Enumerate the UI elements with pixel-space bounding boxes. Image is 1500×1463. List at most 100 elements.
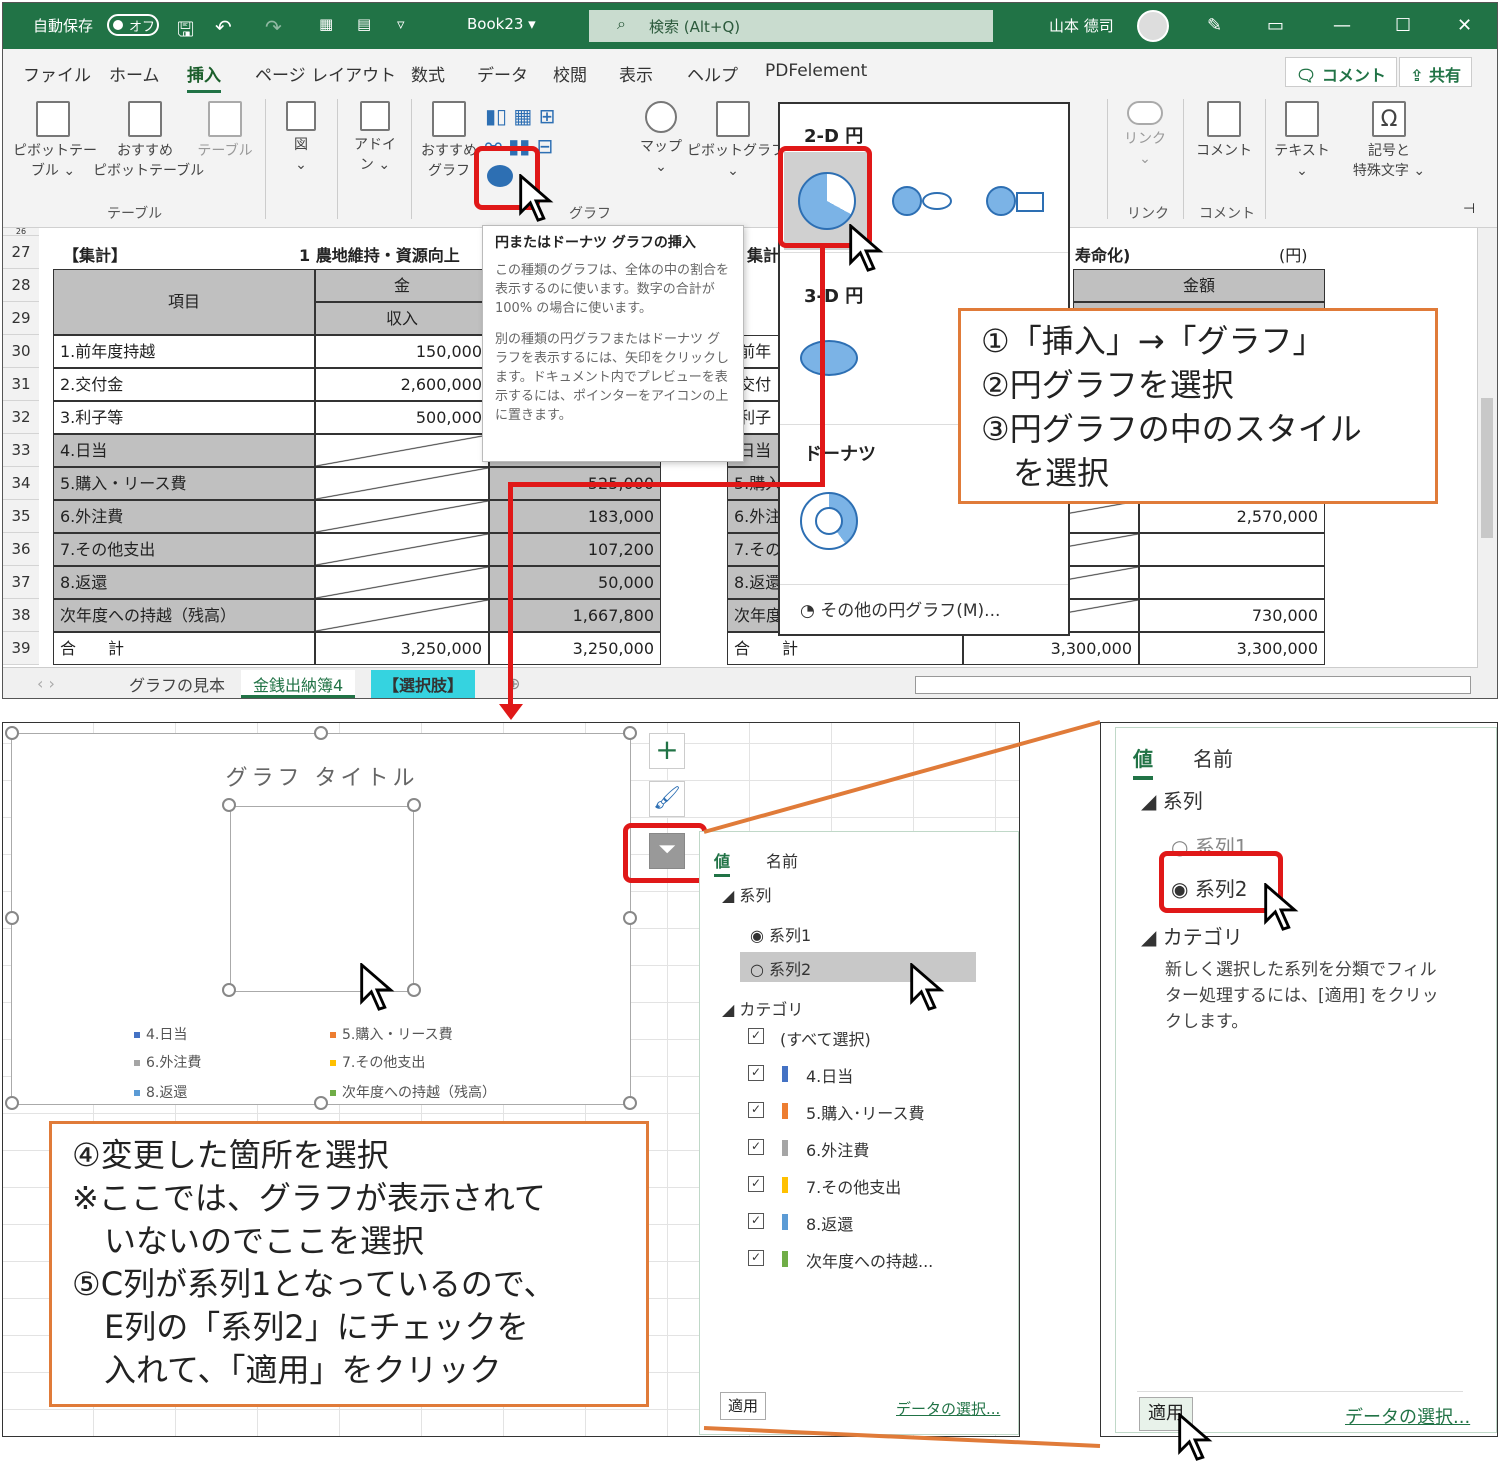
pivot-chart-button[interactable]: ピボットグラフ ⌄ xyxy=(687,101,785,181)
symbol-button[interactable]: Ω 記号と 特殊文字 ⌄ xyxy=(1341,101,1437,181)
menu-view[interactable]: 表示 xyxy=(619,61,653,86)
expense-cell[interactable]: 1,667,800 xyxy=(489,599,661,632)
table-button[interactable]: テーブル xyxy=(197,101,253,161)
resize-handle[interactable] xyxy=(623,911,637,925)
share-button[interactable]: ⇪ 共有 xyxy=(1399,57,1472,87)
chart-title[interactable]: グラフ タイトル xyxy=(12,760,632,792)
item-cell[interactable]: 5.購入・リース費 xyxy=(53,467,315,500)
income-cell[interactable] xyxy=(315,599,489,632)
select-data-link[interactable]: データの選択... xyxy=(896,1398,1000,1419)
item-cell[interactable]: 4.日当 xyxy=(53,434,315,467)
income-cell[interactable]: 3,250,000 xyxy=(315,632,489,665)
resize-handle[interactable] xyxy=(5,1096,19,1110)
tab-names[interactable]: 名前 xyxy=(766,848,798,872)
right-value-cell[interactable] xyxy=(1139,566,1325,599)
select-data-link[interactable]: データの選択... xyxy=(1345,1403,1470,1429)
tab-values[interactable]: 値 xyxy=(714,848,731,877)
table-icon[interactable]: ▤ xyxy=(357,15,371,33)
donut-icon[interactable] xyxy=(800,492,858,550)
item-cell[interactable]: 8.返還 xyxy=(53,566,315,599)
plot-handle[interactable] xyxy=(222,983,236,997)
maximize-icon[interactable]: ☐ xyxy=(1395,15,1411,36)
item-cell[interactable]: 6.外注費 xyxy=(53,500,315,533)
expense-cell[interactable]: 183,000 xyxy=(489,500,661,533)
apply-button[interactable]: 適用 xyxy=(720,1392,766,1420)
right-value-cell[interactable]: 730,000 xyxy=(1139,599,1325,632)
maps-button[interactable]: マップ ⌄ xyxy=(639,101,683,177)
undo-icon[interactable]: ↶ xyxy=(215,15,232,39)
category-checkbox[interactable]: ✓ xyxy=(748,1250,764,1266)
addin-button[interactable]: アドイ ン ⌄ xyxy=(347,101,403,175)
menu-insert[interactable]: 挿入 xyxy=(187,61,221,93)
vertical-scrollbar[interactable] xyxy=(1477,228,1497,668)
pivot-table-button[interactable]: ピボットテー ブル ⌄ xyxy=(13,101,97,181)
item-cell[interactable]: 次年度への持越（残高） xyxy=(53,599,315,632)
category-header[interactable]: ◢ カテゴリ xyxy=(1141,921,1243,950)
category-checkbox[interactable]: ✓ xyxy=(748,1102,764,1118)
right-value-cell[interactable]: 2,570,000 xyxy=(1139,500,1325,533)
right-value-cell[interactable]: 3,300,000 xyxy=(963,632,1139,665)
menu-help[interactable]: ヘルプ xyxy=(687,61,738,86)
income-cell[interactable]: 150,000 xyxy=(315,335,489,368)
redo-icon[interactable]: ↷ xyxy=(265,15,282,39)
series2-radio[interactable]: ○ 系列2 xyxy=(750,956,811,980)
tab-scroll-icons[interactable]: ‹ › xyxy=(37,674,55,693)
save-icon[interactable]: 🖫 xyxy=(177,15,194,49)
collapse-ribbon-icon[interactable]: ⊣ xyxy=(1463,201,1475,217)
series-header[interactable]: ◢ 系列 xyxy=(722,882,771,906)
series-header[interactable]: ◢ 系列 xyxy=(1141,785,1203,814)
menu-formulas[interactable]: 数式 xyxy=(411,61,445,86)
customize-icon[interactable]: ▿ xyxy=(397,15,405,33)
income-cell[interactable] xyxy=(315,467,489,500)
tab-names[interactable]: 名前 xyxy=(1193,743,1233,772)
menu-page-layout[interactable]: ページ レイアウト xyxy=(255,61,396,86)
income-cell[interactable]: 2,600,000 xyxy=(315,368,489,401)
category-checkbox[interactable]: ✓ xyxy=(748,1065,764,1081)
item-cell[interactable]: 2.交付金 xyxy=(53,368,315,401)
right-value-cell[interactable]: 3,300,000 xyxy=(1139,632,1325,665)
category-checkbox[interactable]: ✓ xyxy=(748,1028,764,1044)
minimize-icon[interactable]: — xyxy=(1333,15,1351,36)
recommended-pivot-button[interactable]: おすすめ ピボットテーブル xyxy=(93,101,204,181)
figure-button[interactable]: 図 ⌄ xyxy=(279,101,323,175)
item-cell[interactable]: 1.前年度持越 xyxy=(53,335,315,368)
income-cell[interactable] xyxy=(315,434,489,467)
item-cell[interactable]: 7.その他支出 xyxy=(53,533,315,566)
expense-cell[interactable]: 107,200 xyxy=(489,533,661,566)
link-button[interactable]: リンク ⌄ xyxy=(1115,101,1175,169)
bar-of-pie-icon[interactable] xyxy=(986,186,1016,216)
category-header[interactable]: ◢ カテゴリ xyxy=(722,996,803,1020)
item-cell[interactable]: 3.利子等 xyxy=(53,401,315,434)
plot-handle[interactable] xyxy=(407,983,421,997)
book-name[interactable]: Book23 ▾ xyxy=(467,15,536,33)
income-cell[interactable] xyxy=(315,533,489,566)
resize-handle[interactable] xyxy=(314,1096,328,1110)
resize-handle[interactable] xyxy=(623,1096,637,1110)
income-cell[interactable] xyxy=(315,566,489,599)
menu-home[interactable]: ホーム xyxy=(109,61,160,86)
chart-elements-button[interactable]: + xyxy=(649,733,685,769)
category-checkbox[interactable]: ✓ xyxy=(748,1139,764,1155)
item-cell[interactable]: 合 計 xyxy=(53,632,315,665)
resize-handle[interactable] xyxy=(5,911,19,925)
expense-cell[interactable]: 3,250,000 xyxy=(489,632,661,665)
plot-handle[interactable] xyxy=(407,798,421,812)
series1-radio[interactable]: ◉ 系列1 xyxy=(750,922,811,946)
resize-handle[interactable] xyxy=(5,726,19,740)
autosave-toggle[interactable]: オフ xyxy=(107,14,159,36)
expense-cell[interactable]: 50,000 xyxy=(489,566,661,599)
menu-review[interactable]: 校閲 xyxy=(553,61,587,86)
chart-styles-button[interactable]: 🖌 xyxy=(649,781,685,817)
chart-area[interactable]: グラフ タイトル 4.日当 5.購入・リース費 6.外注費 7.その他支出 8.… xyxy=(11,733,631,1105)
income-cell[interactable]: 500,000 xyxy=(315,401,489,434)
pie-of-pie-icon[interactable] xyxy=(892,186,922,216)
menu-file[interactable]: ファイル xyxy=(23,61,91,86)
tab-choices[interactable]: 【選択肢】 xyxy=(371,670,476,698)
menu-pdfelement[interactable]: PDFelement xyxy=(765,61,867,81)
right-value-cell[interactable] xyxy=(1139,533,1325,566)
pie-3d-icon[interactable] xyxy=(800,340,858,376)
tab-values[interactable]: 値 xyxy=(1133,743,1153,780)
category-checkbox[interactable]: ✓ xyxy=(748,1213,764,1229)
ribbon-display-icon[interactable]: ▭ xyxy=(1267,15,1284,36)
right-item-cell[interactable]: 合 計 xyxy=(727,632,963,665)
